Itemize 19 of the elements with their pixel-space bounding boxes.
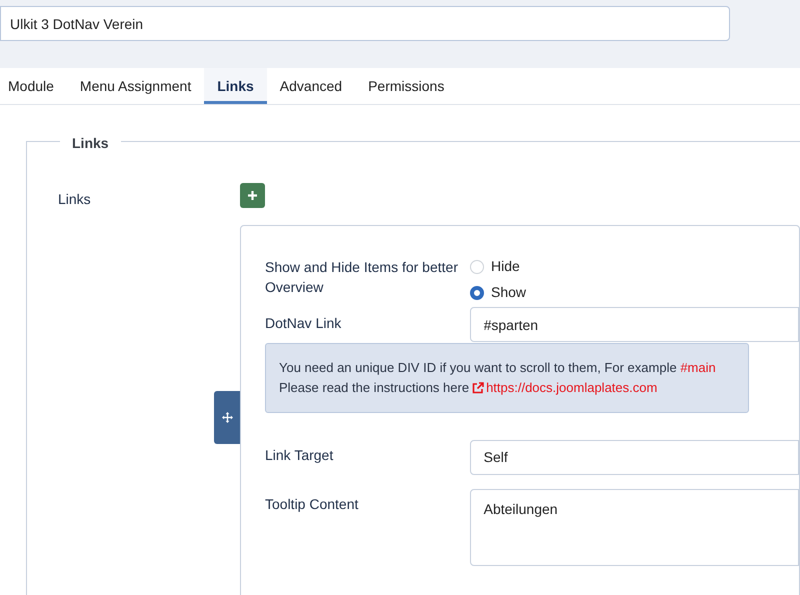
tab[interactable]: Links	[204, 68, 267, 104]
alert-text: Please read the instructions here	[279, 379, 470, 397]
select-field[interactable]: Self	[470, 440, 799, 475]
tab[interactable]: Module	[0, 68, 67, 104]
radio-option[interactable]: Hide	[470, 256, 526, 277]
field-label: DotNav Link	[265, 314, 342, 333]
text-field[interactable]: #sparten	[470, 307, 799, 342]
title-field[interactable]: Ulkit 3 DotNav Verein	[0, 6, 730, 41]
field-label: Links	[58, 190, 92, 209]
tab[interactable]: Menu Assignment	[66, 68, 204, 104]
textarea-field[interactable]: Abteilungen	[470, 489, 799, 566]
field-label: Tooltip Content	[265, 495, 360, 514]
field-label: Show and Hide Items for better Overview	[265, 258, 459, 297]
radio-option[interactable]: Show	[470, 282, 526, 303]
field-label: Link Target	[265, 446, 334, 465]
alert-text: You need an unique DIV ID if you want to scroll to them, For example #main	[279, 359, 717, 377]
docs-link[interactable]: https://docs.joomlaplates.com	[472, 378, 658, 398]
tab[interactable]: Permissions	[355, 68, 458, 104]
tab[interactable]: Advanced	[266, 68, 356, 104]
